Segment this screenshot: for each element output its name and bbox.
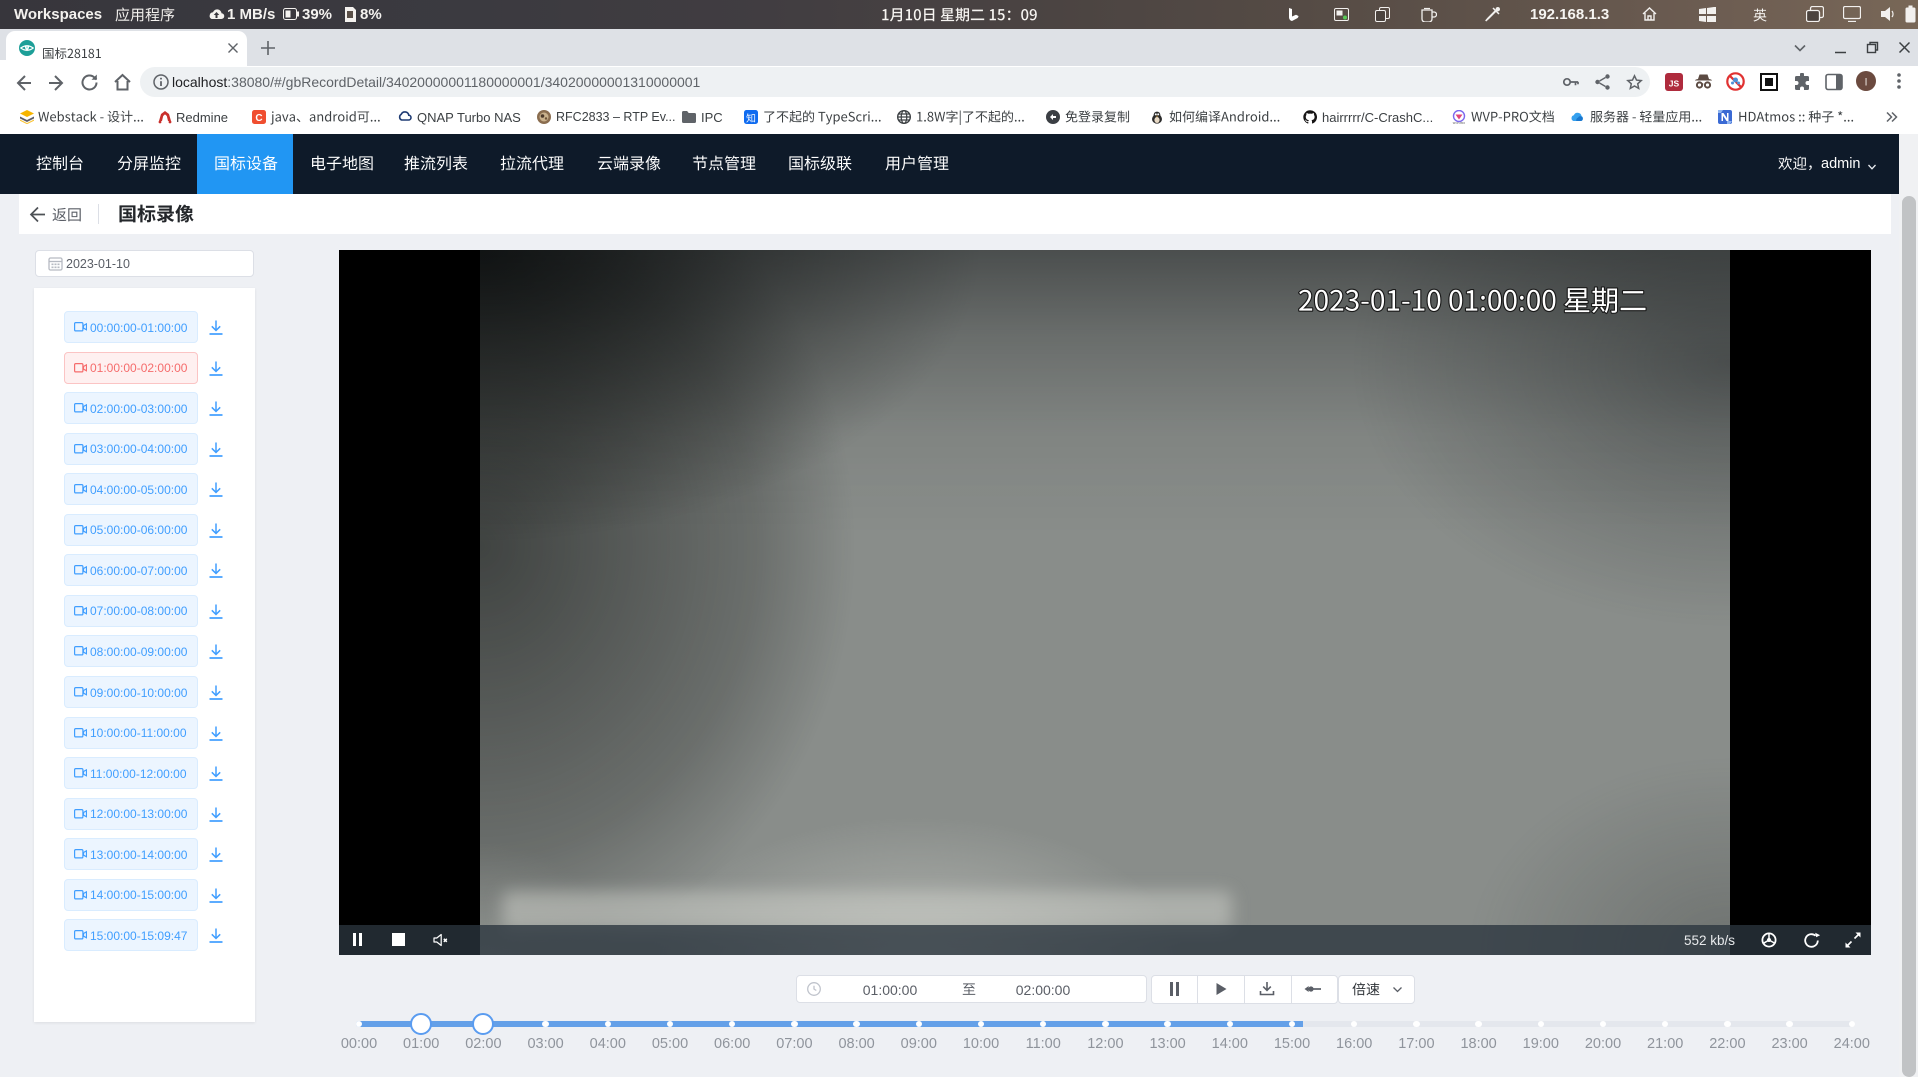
- svg-text:JS: JS: [1669, 79, 1680, 89]
- svg-text:I: I: [1864, 77, 1867, 89]
- svg-text:WVP-PRO: WVP-PRO: [1453, 121, 1465, 124]
- svg-text:C: C: [255, 113, 262, 124]
